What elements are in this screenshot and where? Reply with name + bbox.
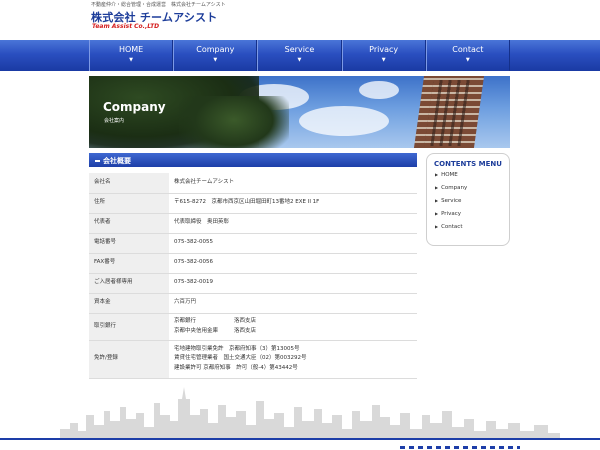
table-row: 電話番号 075-382-0055 xyxy=(89,233,417,254)
hero-banner: Company 会社案内 xyxy=(89,76,510,148)
nav-item-label: Contact xyxy=(452,45,484,54)
sidebar-item-privacy[interactable]: ▶ Privacy xyxy=(435,211,509,224)
chevron-down-icon: ▼ xyxy=(381,57,386,63)
row-label: 住所 xyxy=(89,193,169,214)
table-row: ご入居者様専用 075-382-0019 xyxy=(89,273,417,294)
arrow-right-icon: ▶ xyxy=(435,198,439,203)
sidebar-item-label: HOME xyxy=(441,172,458,178)
nav-item-label: Service xyxy=(284,45,315,54)
row-value: 株式会社チームアシスト xyxy=(169,173,417,194)
contents-menu-title: CONTENTS MENU xyxy=(434,160,502,168)
row-label: FAX番号 xyxy=(89,253,169,274)
row-value: 〒615-8272 京都市西京区山田堀田町13番地2 EXE II 1F xyxy=(169,193,417,214)
row-value: 六百万円 xyxy=(169,293,417,314)
nav-item-service[interactable]: Service ▼ xyxy=(257,40,342,71)
bank-branch: 洛西支店 xyxy=(234,327,257,334)
nav-item-company[interactable]: Company ▼ xyxy=(173,40,258,71)
arrow-right-icon: ▶ xyxy=(435,172,439,177)
row-label: 会社名 xyxy=(89,173,169,194)
contents-menu: CONTENTS MENU ▶ HOME ▶ Company ▶ Service ▶ P… xyxy=(426,153,510,246)
sidebar-item-label: Service xyxy=(441,198,462,204)
row-label: 電話番号 xyxy=(89,233,169,254)
table-row: 代表者 代表取締役 奥田英彰 xyxy=(89,213,417,234)
table-row: FAX番号 075-382-0056 xyxy=(89,253,417,274)
table-row: 取引銀行 京都銀行 洛西支店 京都中央信用金庫 洛西支店 xyxy=(89,313,417,341)
cloud-shape xyxy=(359,81,399,99)
nav-item-contact[interactable]: Contact ▼ xyxy=(425,40,510,71)
bank-name: 京都銀行 xyxy=(174,318,197,325)
chevron-down-icon: ▼ xyxy=(465,57,470,63)
global-nav: HOME ▼ Company ▼ Service ▼ Privacy ▼ Con… xyxy=(0,40,600,71)
row-value: 代表取締役 奥田英彰 xyxy=(169,213,417,234)
chevron-down-icon: ▼ xyxy=(297,57,302,63)
footer-divider xyxy=(0,438,600,440)
row-value: 宅地建物取引業免許 京都府知事（3）第13005号 賃貸住宅管理業者 国土交通大… xyxy=(169,340,417,379)
table-row: 資本金 六百万円 xyxy=(89,293,417,314)
city-skyline-graphic xyxy=(60,387,560,440)
row-value: 075-382-0019 xyxy=(169,273,417,294)
dash-icon xyxy=(95,160,100,162)
site-logo-english[interactable]: Team Assist Co.,LTD xyxy=(92,23,159,30)
sidebar-item-label: Company xyxy=(441,185,468,191)
sidebar-item-label: Contact xyxy=(441,224,463,230)
section-title: 会社概要 xyxy=(103,157,131,165)
row-label: ご入居者様専用 xyxy=(89,273,169,294)
sidebar-item-label: Privacy xyxy=(441,211,461,217)
site-tagline: 不動産仲介・総合管理・合成運営 株式会社チームアシスト xyxy=(91,2,226,8)
table-row: 会社名 株式会社チームアシスト xyxy=(89,173,417,194)
nav-item-label: Company xyxy=(196,45,235,54)
arrow-right-icon: ▶ xyxy=(435,185,439,190)
table-row: 免許/登録 宅地建物取引業免許 京都府知事（3）第13005号 賃貸住宅管理業者… xyxy=(89,340,417,379)
sidebar-item-contact[interactable]: ▶ Contact xyxy=(435,224,509,237)
sidebar-item-service[interactable]: ▶ Service xyxy=(435,198,509,211)
section-heading: 会社概要 xyxy=(89,153,417,167)
sidebar-item-home[interactable]: ▶ HOME xyxy=(435,172,509,185)
hero-title: Company xyxy=(103,100,166,114)
row-value: 075-382-0055 xyxy=(169,233,417,254)
nav-item-label: Privacy xyxy=(369,45,399,54)
footer-decoration xyxy=(400,446,520,449)
chevron-down-icon: ▼ xyxy=(129,57,134,63)
table-row: 住所 〒615-8272 京都市西京区山田堀田町13番地2 EXE II 1F xyxy=(89,193,417,214)
chevron-down-icon: ▼ xyxy=(213,57,218,63)
bank-branch: 洛西支店 xyxy=(234,318,257,325)
row-label: 免許/登録 xyxy=(89,340,169,379)
row-label: 取引銀行 xyxy=(89,313,169,341)
license-line: 宅地建物取引業免許 京都府知事（3）第13005号 xyxy=(174,345,300,352)
row-label: 代表者 xyxy=(89,213,169,234)
tree-foliage xyxy=(179,96,289,148)
row-value: 075-382-0056 xyxy=(169,253,417,274)
nav-item-privacy[interactable]: Privacy ▼ xyxy=(341,40,426,71)
license-line: 建設業許可 京都府知事 許可（般-4）第43442号 xyxy=(174,364,298,371)
company-info-table: 会社名 株式会社チームアシスト 住所 〒615-8272 京都市西京区山田堀田町… xyxy=(89,173,417,379)
arrow-right-icon: ▶ xyxy=(435,224,439,229)
row-value: 京都銀行 洛西支店 京都中央信用金庫 洛西支店 xyxy=(169,313,417,341)
license-line: 賃貸住宅管理業者 国土交通大臣（02）第003292号 xyxy=(174,355,307,362)
bank-name: 京都中央信用金庫 xyxy=(174,327,219,334)
row-label: 資本金 xyxy=(89,293,169,314)
site-header: 不動産仲介・総合管理・合成運営 株式会社チームアシスト 株式会社 チームアシスト… xyxy=(0,0,600,40)
cloud-shape xyxy=(299,106,389,136)
arrow-right-icon: ▶ xyxy=(435,211,439,216)
nav-item-label: HOME xyxy=(118,45,144,54)
hero-subtitle: 会社案内 xyxy=(104,118,125,124)
sidebar-item-company[interactable]: ▶ Company xyxy=(435,185,509,198)
nav-item-home[interactable]: HOME ▼ xyxy=(89,40,174,71)
